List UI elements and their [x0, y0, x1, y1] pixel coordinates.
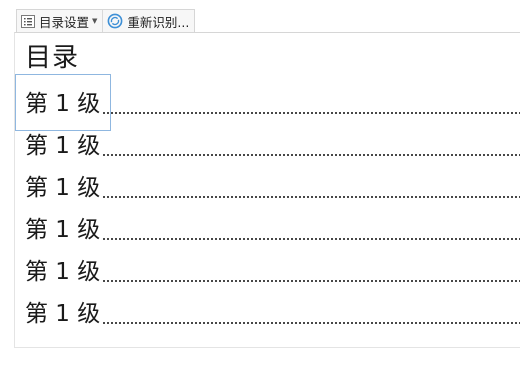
toc-list-icon	[21, 14, 35, 28]
toc-entry-text: 第 1 级	[25, 133, 101, 159]
toc-entry[interactable]: 第 1 级	[25, 251, 520, 293]
re-recognize-button[interactable]: 重新识别...	[102, 10, 194, 32]
toc-entry[interactable]: 第 1 级	[25, 83, 520, 125]
toc-entry[interactable]: 第 1 级	[25, 125, 520, 167]
re-recognize-label: 重新识别...	[127, 14, 190, 30]
toc-dot-leader	[102, 293, 520, 335]
toc-entries: 第 1 级 第 1 级 第 1 级 第 1 级 第 1 级 第 1 级	[25, 83, 520, 335]
refresh-circle-icon	[107, 13, 123, 29]
toc-title: 目录	[25, 43, 80, 73]
toc-dot-leader	[102, 251, 520, 293]
toc-toolbar: 目录设置 ▼ 重新识别...	[16, 9, 196, 32]
toc-entry[interactable]: 第 1 级	[25, 167, 520, 209]
toc-entry-text: 第 1 级	[25, 175, 101, 201]
toc-entry-text: 第 1 级	[25, 91, 101, 117]
toc-entry-text: 第 1 级	[25, 301, 101, 327]
chevron-down-icon: ▼	[92, 17, 98, 25]
toc-settings-button[interactable]: 目录设置 ▼	[17, 10, 102, 32]
toc-entry[interactable]: 第 1 级	[25, 209, 520, 251]
toc-settings-label: 目录设置	[39, 14, 90, 30]
toc-entry[interactable]: 第 1 级	[25, 293, 520, 335]
toc-dot-leader	[102, 209, 520, 251]
toc-entry-text: 第 1 级	[25, 259, 101, 285]
document-area[interactable]: 目录 第 1 级 第 1 级 第 1 级 第 1 级 第 1 级 第 1 级	[14, 32, 520, 348]
toc-dot-leader	[102, 167, 520, 209]
toc-dot-leader	[102, 83, 520, 125]
toc-entry-text: 第 1 级	[25, 217, 101, 243]
toc-dot-leader	[102, 125, 520, 167]
